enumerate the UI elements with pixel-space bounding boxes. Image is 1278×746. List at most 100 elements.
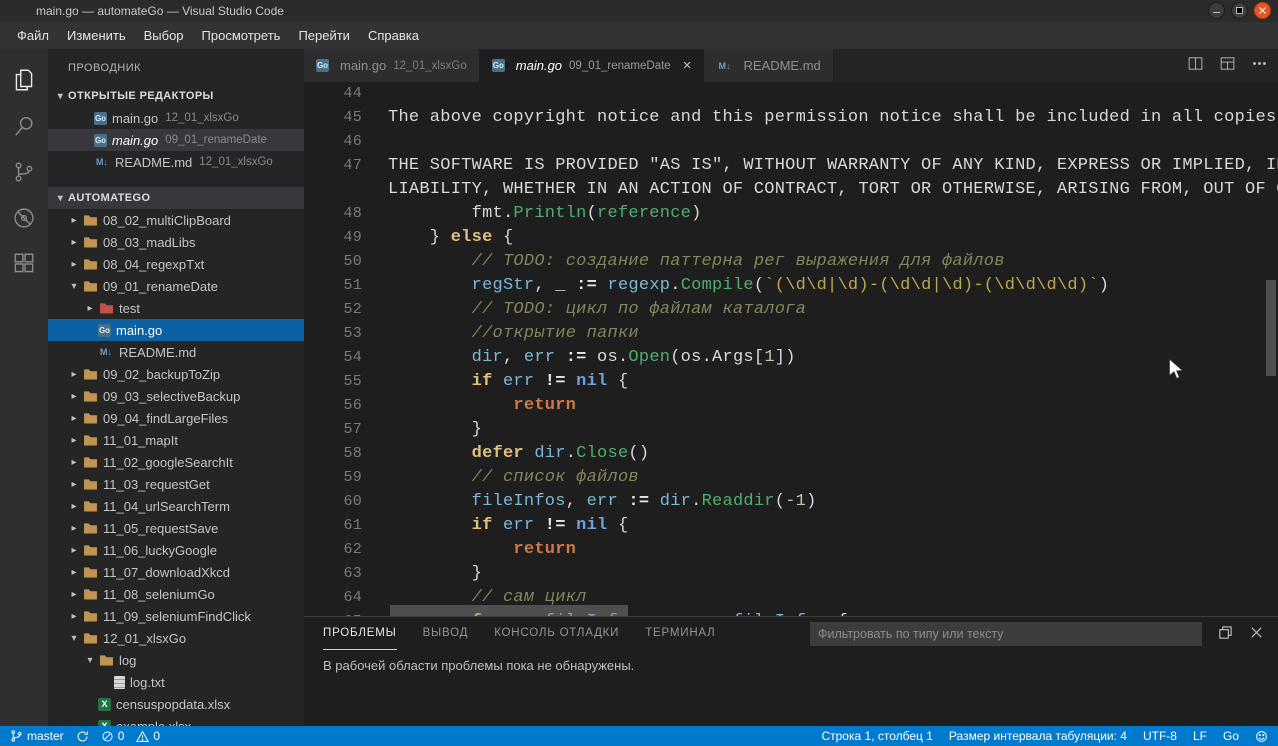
editor-tab[interactable]: Gomain.go09_01_renameDate× <box>480 49 705 82</box>
tree-item[interactable]: ▸11_09_seleniumFindClick <box>48 605 304 627</box>
line-number[interactable] <box>304 178 362 202</box>
line-number[interactable]: 60 <box>304 490 362 514</box>
code-line[interactable]: 61 if err != nil { <box>304 514 1278 538</box>
maximize-button[interactable] <box>1231 2 1248 19</box>
tree-item[interactable]: ▸08_03_madLibs <box>48 231 304 253</box>
tree-item[interactable]: Xexample.xlsx <box>48 715 304 726</box>
editor-tab[interactable]: M↓README.md <box>704 49 833 82</box>
status-item[interactable]: UTF-8 <box>1143 729 1177 743</box>
status-item[interactable]: Размер интервала табуляции: 4 <box>949 729 1127 743</box>
line-number[interactable]: 57 <box>304 418 362 442</box>
horizontal-scrollbar[interactable] <box>390 605 628 616</box>
close-tab-icon[interactable]: × <box>683 58 692 73</box>
open-editor-item[interactable]: Gomain.go09_01_renameDate <box>48 129 304 151</box>
tree-item[interactable]: ▾log <box>48 649 304 671</box>
status-item-error[interactable]: 0 <box>101 729 125 743</box>
code-line[interactable]: 48 fmt.Println(reference) <box>304 202 1278 226</box>
maximize-panel-icon[interactable] <box>1218 625 1233 645</box>
tree-item[interactable]: ▸11_02_googleSearchIt <box>48 451 304 473</box>
explorer-icon[interactable] <box>0 57 48 103</box>
line-number[interactable]: 44 <box>304 82 362 106</box>
problems-filter-input[interactable] <box>810 622 1202 646</box>
line-number[interactable]: 63 <box>304 562 362 586</box>
menu-item-5[interactable]: Справка <box>359 22 428 49</box>
code-line[interactable]: 52 // TODO: цикл по файлам каталога <box>304 298 1278 322</box>
project-header[interactable]: ▾ AUTOMATEGO <box>48 187 304 209</box>
tree-item[interactable]: ▸11_04_urlSearchTerm <box>48 495 304 517</box>
code-line[interactable]: 60 fileInfos, err := dir.Readdir(-1) <box>304 490 1278 514</box>
line-number[interactable]: 62 <box>304 538 362 562</box>
menu-item-1[interactable]: Изменить <box>58 22 135 49</box>
code-line[interactable]: 59 // список файлов <box>304 466 1278 490</box>
status-item-smiley[interactable] <box>1255 730 1268 743</box>
code-line[interactable]: 47THE SOFTWARE IS PROVIDED "AS IS", WITH… <box>304 154 1278 178</box>
code-line[interactable]: 63 } <box>304 562 1278 586</box>
vertical-scrollbar[interactable] <box>1266 280 1276 376</box>
code-line[interactable]: 46 <box>304 130 1278 154</box>
tree-item[interactable]: ▸11_08_seleniumGo <box>48 583 304 605</box>
status-item-sync[interactable] <box>76 730 89 743</box>
tree-item[interactable]: ▸11_01_mapIt <box>48 429 304 451</box>
line-number[interactable]: 61 <box>304 514 362 538</box>
line-number[interactable]: 46 <box>304 130 362 154</box>
close-button[interactable] <box>1254 2 1271 19</box>
open-editors-header[interactable]: ▾ ОТКРЫТЫЕ РЕДАКТОРЫ <box>48 85 304 107</box>
menu-item-4[interactable]: Перейти <box>289 22 359 49</box>
code-line[interactable]: 45The above copyright notice and this pe… <box>304 106 1278 130</box>
tree-item[interactable]: ▸09_03_selectiveBackup <box>48 385 304 407</box>
code-line[interactable]: 56 return <box>304 394 1278 418</box>
tree-item[interactable]: ▾12_01_xlsxGo <box>48 627 304 649</box>
line-number[interactable]: 58 <box>304 442 362 466</box>
line-number[interactable]: 53 <box>304 322 362 346</box>
line-number[interactable]: 64 <box>304 586 362 610</box>
status-item[interactable]: Go <box>1223 729 1239 743</box>
code-line[interactable]: 44 <box>304 82 1278 106</box>
code-line[interactable]: 49 } else { <box>304 226 1278 250</box>
source-control-icon[interactable] <box>0 149 48 195</box>
line-number[interactable]: 48 <box>304 202 362 226</box>
menu-item-3[interactable]: Просмотреть <box>193 22 290 49</box>
tree-item[interactable]: ▸09_04_findLargeFiles <box>48 407 304 429</box>
line-number[interactable]: 49 <box>304 226 362 250</box>
code-line[interactable]: 62 return <box>304 538 1278 562</box>
code-line[interactable]: 55 if err != nil { <box>304 370 1278 394</box>
tree-item[interactable]: Xcensuspopdata.xlsx <box>48 693 304 715</box>
tree-item[interactable]: ▸08_02_multiClipBoard <box>48 209 304 231</box>
status-item-branch[interactable]: master <box>10 729 64 743</box>
extensions-icon[interactable] <box>0 241 48 287</box>
open-editor-item[interactable]: Gomain.go12_01_xlsxGo <box>48 107 304 129</box>
code-line[interactable]: 57 } <box>304 418 1278 442</box>
tree-item[interactable]: ▸11_03_requestGet <box>48 473 304 495</box>
tree-item[interactable]: ▸test <box>48 297 304 319</box>
tree-item[interactable]: ▾09_01_renameDate <box>48 275 304 297</box>
more-actions-icon[interactable] <box>1251 55 1268 77</box>
menu-item-0[interactable]: Файл <box>8 22 58 49</box>
search-icon[interactable] <box>0 103 48 149</box>
line-number[interactable]: 54 <box>304 346 362 370</box>
panel-tab-проблемы[interactable]: ПРОБЛЕМЫ <box>323 617 397 650</box>
code-line[interactable]: 58 defer dir.Close() <box>304 442 1278 466</box>
editor-layout-icon[interactable] <box>1219 55 1236 77</box>
tree-item[interactable]: ▸11_05_requestSave <box>48 517 304 539</box>
tree-item[interactable]: log.txt <box>48 671 304 693</box>
menu-item-2[interactable]: Выбор <box>135 22 193 49</box>
status-item[interactable]: Строка 1, столбец 1 <box>821 729 932 743</box>
tree-item[interactable]: ▸11_07_downloadXkcd <box>48 561 304 583</box>
tree-item[interactable]: ▸09_02_backupToZip <box>48 363 304 385</box>
line-number[interactable]: 47 <box>304 154 362 178</box>
line-number[interactable]: 51 <box>304 274 362 298</box>
tree-item[interactable]: ▸11_06_luckyGoogle <box>48 539 304 561</box>
panel-tab-вывод[interactable]: ВЫВОД <box>423 617 469 650</box>
line-number[interactable]: 55 <box>304 370 362 394</box>
panel-tab-терминал[interactable]: ТЕРМИНАЛ <box>645 617 715 650</box>
status-item[interactable]: LF <box>1193 729 1207 743</box>
tree-item[interactable]: ▸08_04_regexpTxt <box>48 253 304 275</box>
code-line[interactable]: 54 dir, err := os.Open(os.Args[1]) <box>304 346 1278 370</box>
line-number[interactable]: 52 <box>304 298 362 322</box>
debug-icon[interactable] <box>0 195 48 241</box>
line-number[interactable]: 59 <box>304 466 362 490</box>
status-item-warning[interactable]: 0 <box>136 729 160 743</box>
line-number[interactable]: 45 <box>304 106 362 130</box>
line-number[interactable]: 50 <box>304 250 362 274</box>
code-line[interactable]: 53 //открытие папки <box>304 322 1278 346</box>
